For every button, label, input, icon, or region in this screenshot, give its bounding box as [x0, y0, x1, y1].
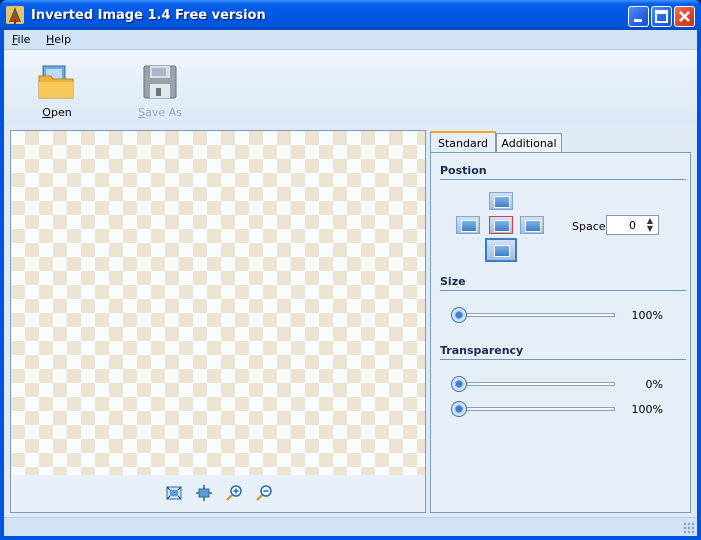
open-button[interactable]: Open: [27, 64, 87, 119]
transparency-start-slider[interactable]: [451, 376, 617, 392]
transparency-divider: [440, 359, 686, 360]
position-bottom-button[interactable]: [485, 238, 517, 262]
app-window: Inverted Image 1.4 Free version File Hel…: [0, 0, 701, 540]
resize-grip-icon[interactable]: [683, 522, 695, 534]
tab-standard[interactable]: Standard: [430, 131, 496, 154]
position-section-title: Postion: [440, 164, 487, 177]
menu-help-label: elp: [54, 33, 72, 46]
spinner-arrows-icon[interactable]: ▲ ▼: [643, 217, 657, 233]
position-right-button[interactable]: [520, 216, 544, 234]
zoom-out-icon[interactable]: [256, 485, 272, 501]
size-value: 100%: [631, 309, 663, 322]
client-area: File Help Open Save As Standard Addition…: [4, 30, 697, 536]
close-button[interactable]: [674, 6, 695, 27]
save-as-label-rest: ave As: [145, 106, 182, 119]
close-icon: [679, 11, 690, 22]
position-top-button[interactable]: [489, 192, 513, 210]
zoom-toolbar: [11, 475, 425, 512]
size-divider: [440, 290, 686, 291]
window-title: Inverted Image 1.4 Free version: [31, 8, 266, 23]
toolbar: Open Save As: [4, 50, 697, 126]
position-center-button[interactable]: [489, 216, 513, 234]
size-section-title: Size: [440, 275, 466, 288]
title-bar[interactable]: Inverted Image 1.4 Free version: [0, 0, 701, 30]
space-value: 0: [629, 219, 636, 232]
space-label: Space: [572, 220, 606, 233]
save-disk-icon: [140, 64, 180, 100]
menu-bar: File Help: [4, 30, 697, 50]
image-preview-panel: [10, 130, 426, 513]
open-label: Open: [27, 106, 87, 119]
transparency-end-track: [455, 407, 615, 411]
transparency-end-slider[interactable]: [451, 401, 617, 417]
space-spinner[interactable]: 0 ▲ ▼: [606, 215, 659, 235]
transparency-end-value: 100%: [631, 403, 663, 416]
menu-help[interactable]: Help: [46, 33, 71, 46]
actual-size-icon[interactable]: [196, 485, 212, 501]
minimize-button[interactable]: [628, 6, 649, 27]
transparency-section-title: Transparency: [440, 344, 524, 357]
app-tree-icon[interactable]: [6, 6, 24, 24]
transparency-start-track: [455, 382, 615, 386]
transparency-end-thumb[interactable]: [451, 401, 467, 417]
position-divider: [440, 179, 686, 180]
fit-window-icon[interactable]: [166, 485, 182, 501]
image-canvas[interactable]: [11, 131, 425, 475]
position-left-button[interactable]: [456, 216, 480, 234]
status-bar: [4, 517, 697, 536]
open-label-rest: pen: [50, 106, 72, 119]
size-slider[interactable]: [451, 307, 617, 323]
minimize-icon: [634, 19, 642, 22]
save-as-label: Save As: [130, 106, 190, 119]
transparency-start-thumb[interactable]: [451, 376, 467, 392]
maximize-button[interactable]: [651, 6, 672, 27]
save-as-button[interactable]: Save As: [130, 64, 190, 119]
size-slider-thumb[interactable]: [451, 307, 467, 323]
menu-file-label: ile: [17, 33, 31, 46]
open-folder-icon: [37, 64, 77, 100]
menu-file[interactable]: File: [12, 33, 30, 46]
size-slider-track: [455, 313, 615, 317]
zoom-in-icon[interactable]: [226, 485, 242, 501]
open-accel: O: [42, 106, 51, 119]
transparency-start-value: 0%: [645, 378, 663, 391]
maximize-icon: [655, 10, 668, 23]
settings-panel: Postion Space 0 ▲ ▼ Size 100% Transparenc…: [430, 152, 691, 513]
